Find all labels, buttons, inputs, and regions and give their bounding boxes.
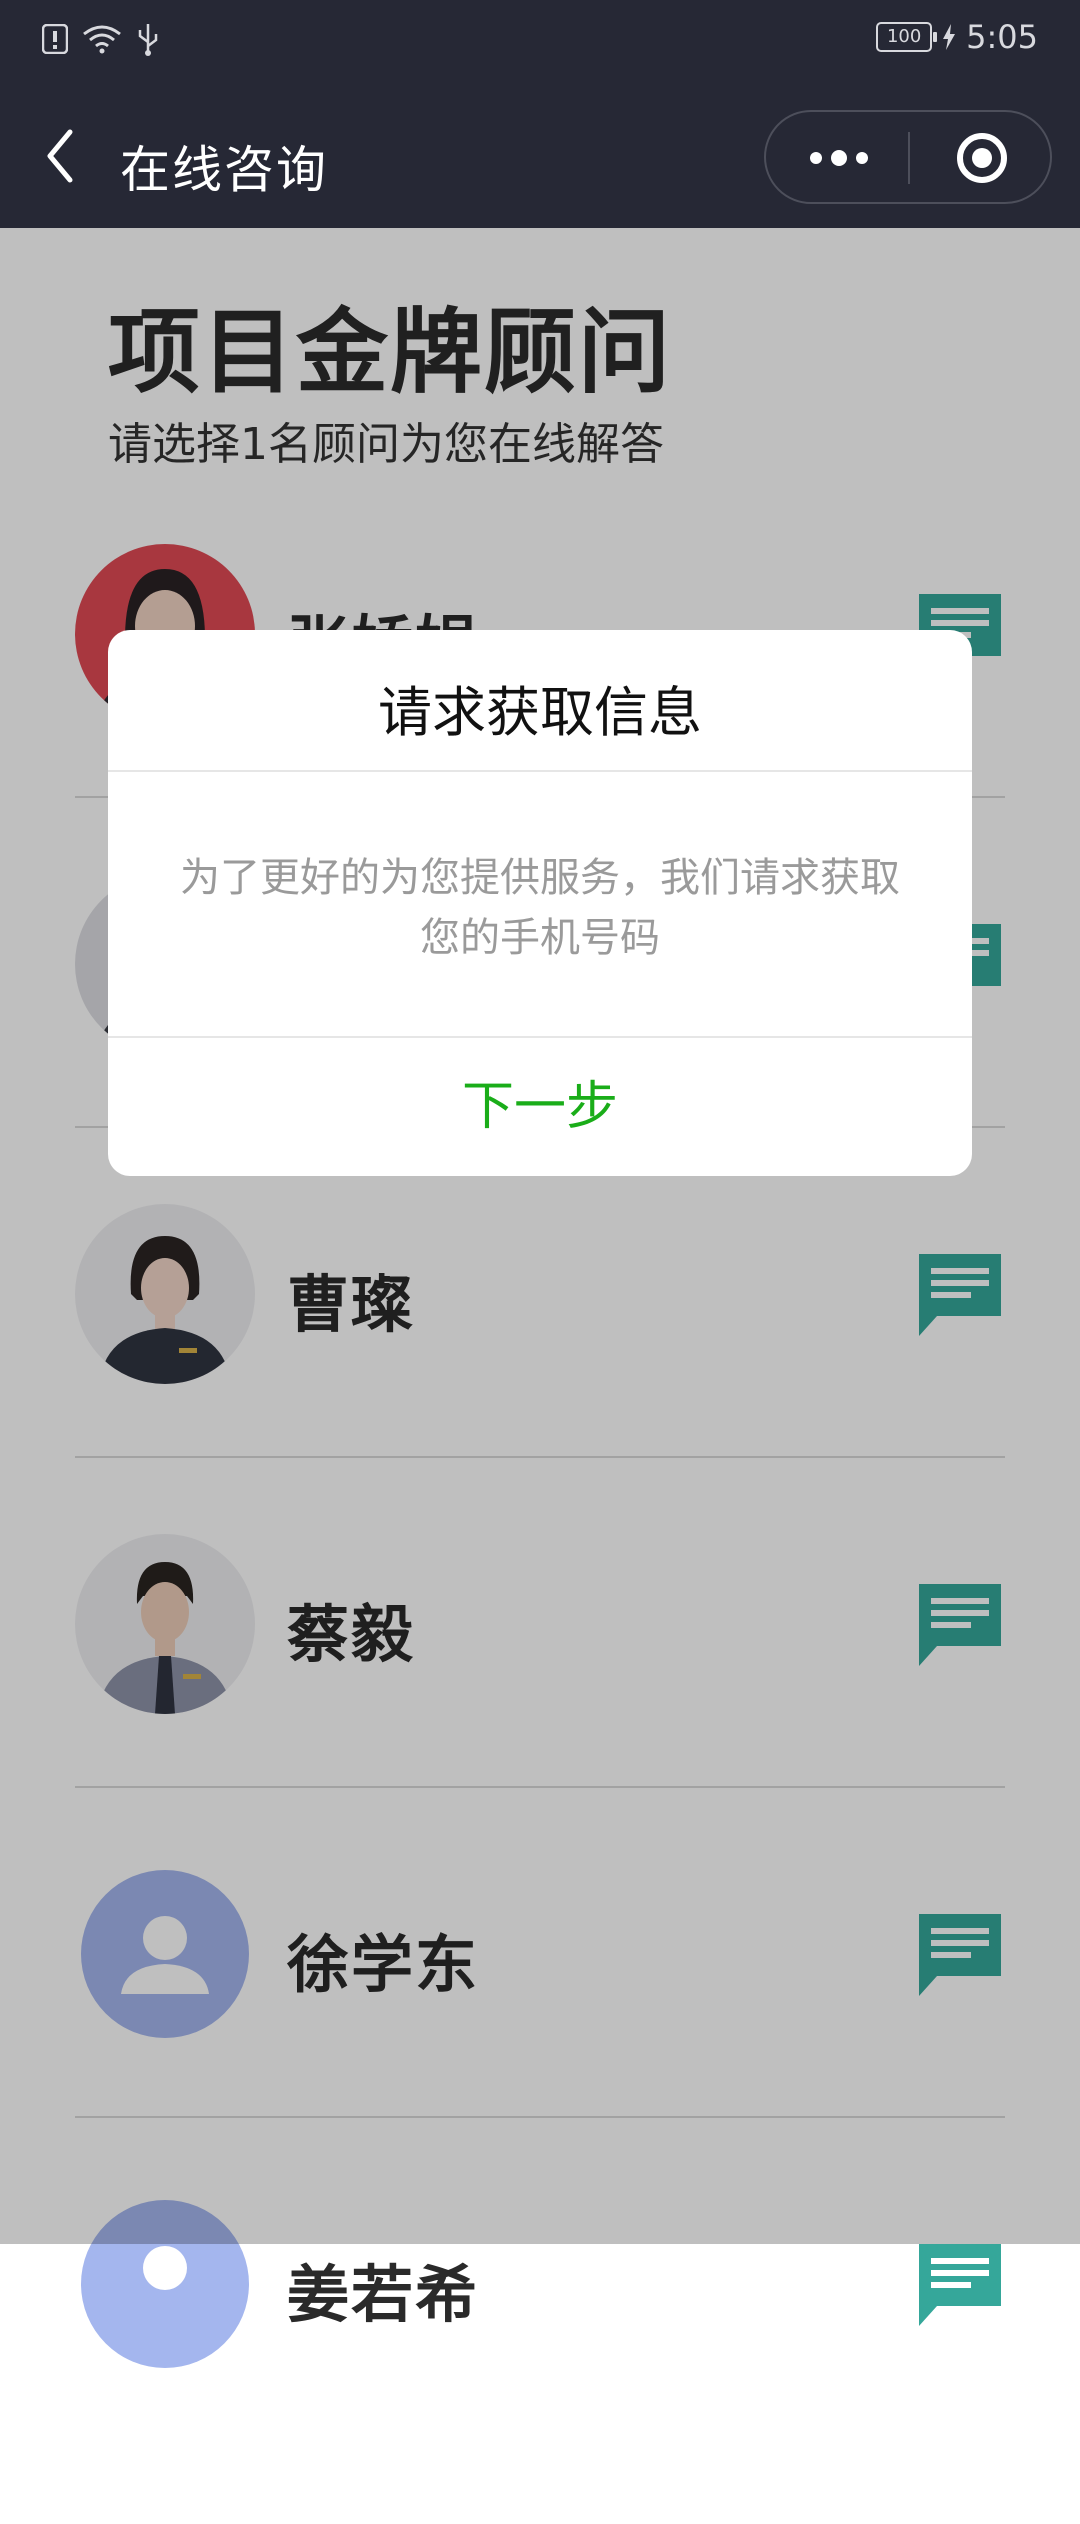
dialog-message: 为了更好的为您提供服务，我们请求获取您的手机号码 (180, 855, 900, 961)
dialog-title: 请求获取信息 (378, 681, 702, 744)
chat-icon[interactable] (915, 2240, 1005, 2330)
wifi-icon (83, 25, 121, 54)
back-arrow-icon[interactable] (40, 126, 90, 186)
permission-dialog: 请求获取信息 为了更好的为您提供服务，我们请求获取您的手机号码 下一步 (108, 630, 972, 1176)
charging-icon (943, 24, 956, 50)
mini-program-capsule (764, 110, 1052, 204)
next-step-button[interactable]: 下一步 (108, 1038, 972, 1176)
status-icons-left (42, 22, 160, 56)
alert-icon (42, 24, 68, 54)
status-bar: 100 5:05 (0, 0, 1080, 86)
capsule-divider (908, 132, 910, 184)
close-program-icon[interactable] (956, 132, 1008, 184)
more-menu-icon[interactable] (808, 142, 870, 174)
dialog-divider (108, 770, 972, 772)
modal-overlay (0, 228, 1080, 2244)
nav-bar: 在线咨询 (0, 86, 1080, 228)
usb-icon (138, 24, 158, 56)
clock: 5:05 (966, 18, 1038, 56)
battery-icon: 100 (876, 22, 938, 52)
page-title: 在线咨询 (120, 141, 328, 199)
advisor-name: 姜若希 (287, 2258, 480, 2331)
status-icons-right: 100 5:05 (876, 18, 1038, 56)
